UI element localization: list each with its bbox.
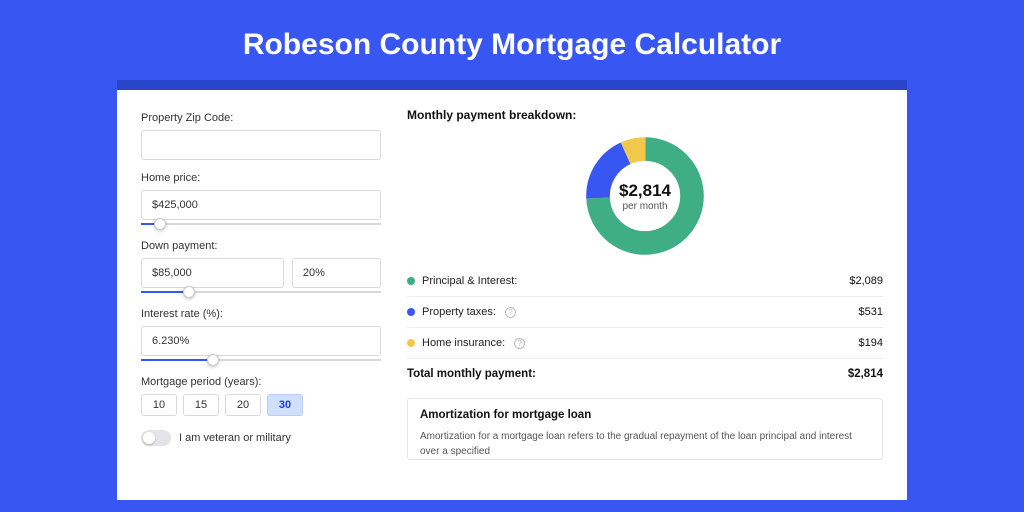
donut-amount: $2,814 (619, 181, 671, 201)
legend-label: Principal & Interest: (422, 275, 517, 287)
total-label: Total monthly payment: (407, 368, 536, 380)
period-label: Mortgage period (years): (141, 376, 381, 388)
legend-row: Principal & Interest: $2,089 (407, 266, 883, 297)
price-input[interactable] (141, 190, 381, 220)
amortization-box: Amortization for mortgage loan Amortizat… (407, 398, 883, 460)
zip-label: Property Zip Code: (141, 112, 381, 124)
legend-label: Property taxes: (422, 306, 496, 318)
veteran-toggle[interactable] (141, 430, 171, 446)
legend-row: Property taxes:? $531 (407, 297, 883, 328)
legend-row: Home insurance:? $194 (407, 328, 883, 359)
price-label: Home price: (141, 172, 381, 184)
legend-value: $531 (859, 306, 883, 318)
legend-value: $2,089 (849, 275, 883, 287)
amortization-title: Amortization for mortgage loan (420, 409, 870, 421)
rate-label: Interest rate (%): (141, 308, 381, 320)
donut-chart: $2,814 per month (407, 124, 883, 266)
down-label: Down payment: (141, 240, 381, 252)
page-title: Robeson County Mortgage Calculator (0, 0, 1024, 80)
total-value: $2,814 (848, 368, 883, 380)
legend-dot (407, 339, 415, 347)
rate-input[interactable] (141, 326, 381, 356)
period-option-30[interactable]: 30 (267, 394, 303, 416)
zip-input[interactable] (141, 130, 381, 160)
price-slider[interactable] (141, 218, 381, 230)
form-panel: Property Zip Code: Home price: Down paym… (141, 108, 381, 500)
legend-value: $194 (859, 337, 883, 349)
info-icon[interactable]: ? (505, 307, 516, 318)
legend: Principal & Interest: $2,089 Property taxe… (407, 266, 883, 359)
legend-label: Home insurance: (422, 337, 505, 349)
down-percent-input[interactable] (292, 258, 381, 288)
rate-slider[interactable] (141, 354, 381, 366)
info-icon[interactable]: ? (514, 338, 525, 349)
calculator-card: Property Zip Code: Home price: Down paym… (117, 80, 907, 500)
donut-sub: per month (622, 201, 667, 212)
period-option-20[interactable]: 20 (225, 394, 261, 416)
period-option-10[interactable]: 10 (141, 394, 177, 416)
period-option-15[interactable]: 15 (183, 394, 219, 416)
breakdown-title: Monthly payment breakdown: (407, 108, 883, 122)
legend-dot (407, 308, 415, 316)
period-segment: 10 15 20 30 (141, 394, 381, 416)
breakdown-panel: Monthly payment breakdown: $2,814 per mo… (407, 108, 883, 500)
down-amount-input[interactable] (141, 258, 284, 288)
down-slider[interactable] (141, 286, 381, 298)
amortization-text: Amortization for a mortgage loan refers … (420, 429, 870, 459)
veteran-label: I am veteran or military (179, 432, 291, 444)
legend-dot (407, 277, 415, 285)
